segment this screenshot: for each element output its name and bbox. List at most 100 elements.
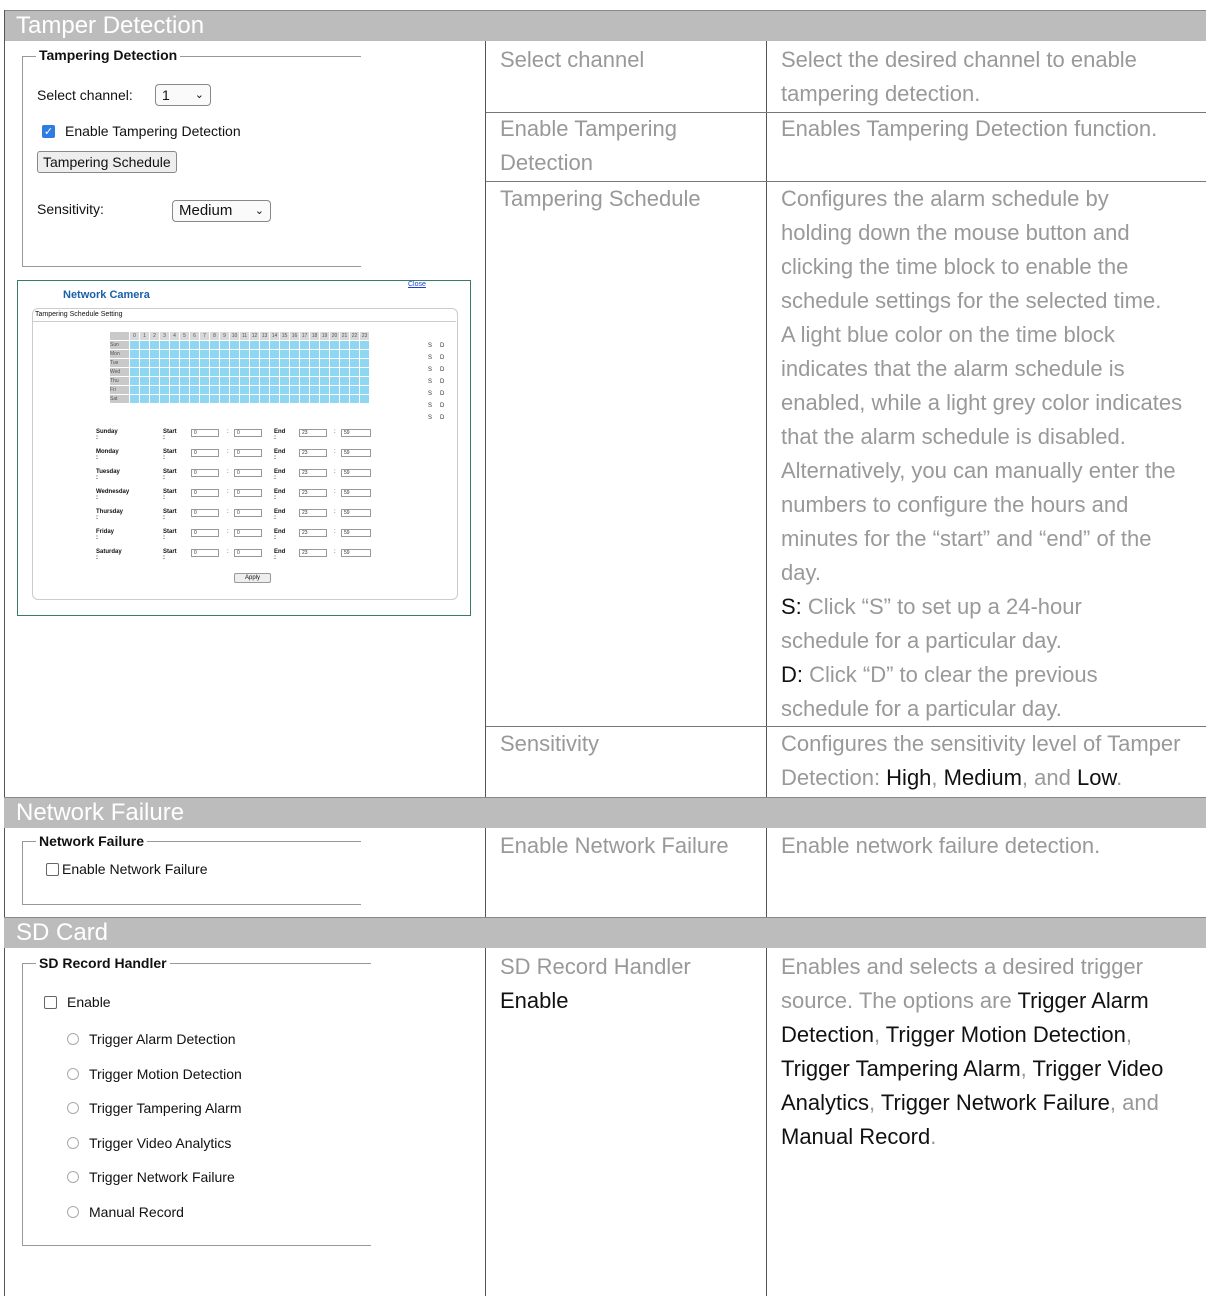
time-block[interactable]	[299, 340, 310, 350]
time-block[interactable]	[179, 358, 190, 368]
set-day-button[interactable]: S	[428, 415, 432, 421]
time-block[interactable]	[209, 349, 220, 359]
time-block[interactable]	[149, 394, 160, 404]
schedule-grid[interactable]: 0 1 2 3 4 5 6 7 8 9 10 11 12 13 14 15 16 17 18 19 20 21 22 23 Su…	[109, 331, 370, 404]
time-block[interactable]	[139, 367, 150, 377]
time-block[interactable]	[269, 349, 280, 359]
end-minute-input[interactable]: 59	[341, 529, 371, 537]
time-block[interactable]	[319, 349, 330, 359]
time-block[interactable]	[179, 340, 190, 350]
end-hour-input[interactable]: 23	[299, 469, 327, 477]
time-block[interactable]	[339, 367, 350, 377]
time-block[interactable]	[349, 376, 360, 386]
time-block[interactable]	[309, 340, 320, 350]
time-block[interactable]	[239, 349, 250, 359]
time-block[interactable]	[289, 367, 300, 377]
end-hour-input[interactable]: 23	[299, 429, 327, 437]
start-hour-input[interactable]: 0	[191, 469, 219, 477]
time-block[interactable]	[149, 376, 160, 386]
time-block[interactable]	[359, 340, 370, 350]
time-block[interactable]	[129, 367, 140, 377]
time-block[interactable]	[359, 376, 370, 386]
close-link[interactable]: Close	[408, 281, 426, 288]
sd-option-radio[interactable]	[67, 1206, 79, 1218]
time-block[interactable]	[259, 349, 270, 359]
clear-day-button[interactable]: D	[440, 367, 444, 373]
time-block[interactable]	[159, 367, 170, 377]
time-block[interactable]	[299, 358, 310, 368]
sd-option-radio[interactable]	[67, 1033, 79, 1045]
time-block[interactable]	[319, 376, 330, 386]
clear-day-button[interactable]: D	[440, 355, 444, 361]
end-hour-input[interactable]: 23	[299, 509, 327, 517]
time-block[interactable]	[169, 367, 180, 377]
time-block[interactable]	[199, 340, 210, 350]
time-block[interactable]	[179, 385, 190, 395]
time-block[interactable]	[179, 376, 190, 386]
time-block[interactable]	[269, 367, 280, 377]
set-day-button[interactable]: S	[428, 367, 432, 373]
time-block[interactable]	[309, 358, 320, 368]
time-block[interactable]	[159, 340, 170, 350]
time-block[interactable]	[339, 358, 350, 368]
time-block[interactable]	[339, 340, 350, 350]
time-block[interactable]	[239, 358, 250, 368]
end-minute-input[interactable]: 59	[341, 509, 371, 517]
time-block[interactable]	[229, 349, 240, 359]
time-block[interactable]	[179, 394, 190, 404]
sensitivity-select[interactable]: Medium ⌄	[172, 200, 271, 222]
time-block[interactable]	[289, 394, 300, 404]
time-block[interactable]	[209, 376, 220, 386]
time-block[interactable]	[319, 367, 330, 377]
time-block[interactable]	[229, 376, 240, 386]
time-block[interactable]	[239, 376, 250, 386]
time-block[interactable]	[349, 340, 360, 350]
time-block[interactable]	[329, 394, 340, 404]
time-block[interactable]	[189, 385, 200, 395]
time-block[interactable]	[229, 358, 240, 368]
start-hour-input[interactable]: 0	[191, 449, 219, 457]
set-day-button[interactable]: S	[428, 403, 432, 409]
time-block[interactable]	[199, 367, 210, 377]
end-minute-input[interactable]: 59	[341, 469, 371, 477]
end-minute-input[interactable]: 59	[341, 449, 371, 457]
time-block[interactable]	[199, 376, 210, 386]
start-minute-input[interactable]: 0	[234, 529, 262, 537]
set-day-button[interactable]: S	[428, 391, 432, 397]
time-block[interactable]	[219, 385, 230, 395]
time-block[interactable]	[279, 376, 290, 386]
time-block[interactable]	[149, 367, 160, 377]
time-block[interactable]	[209, 367, 220, 377]
time-block[interactable]	[279, 394, 290, 404]
time-block[interactable]	[169, 349, 180, 359]
time-block[interactable]	[219, 340, 230, 350]
time-block[interactable]	[249, 340, 260, 350]
time-block[interactable]	[269, 376, 280, 386]
time-block[interactable]	[149, 385, 160, 395]
time-block[interactable]	[229, 385, 240, 395]
time-block[interactable]	[159, 349, 170, 359]
time-block[interactable]	[209, 385, 220, 395]
time-block[interactable]	[329, 376, 340, 386]
time-block[interactable]	[169, 394, 180, 404]
time-block[interactable]	[329, 385, 340, 395]
time-block[interactable]	[249, 349, 260, 359]
time-block[interactable]	[199, 358, 210, 368]
time-block[interactable]	[159, 358, 170, 368]
start-minute-input[interactable]: 0	[234, 429, 262, 437]
time-block[interactable]	[339, 376, 350, 386]
time-block[interactable]	[209, 358, 220, 368]
time-block[interactable]	[199, 394, 210, 404]
time-block[interactable]	[129, 385, 140, 395]
end-minute-input[interactable]: 59	[341, 489, 371, 497]
time-block[interactable]	[139, 394, 150, 404]
time-block[interactable]	[149, 358, 160, 368]
end-hour-input[interactable]: 23	[299, 549, 327, 557]
sd-option-radio[interactable]	[67, 1067, 79, 1080]
time-block[interactable]	[319, 385, 330, 395]
time-block[interactable]	[349, 358, 360, 368]
time-block[interactable]	[299, 376, 310, 386]
start-minute-input[interactable]: 0	[234, 509, 262, 517]
time-block[interactable]	[259, 385, 270, 395]
time-block[interactable]	[319, 340, 330, 350]
